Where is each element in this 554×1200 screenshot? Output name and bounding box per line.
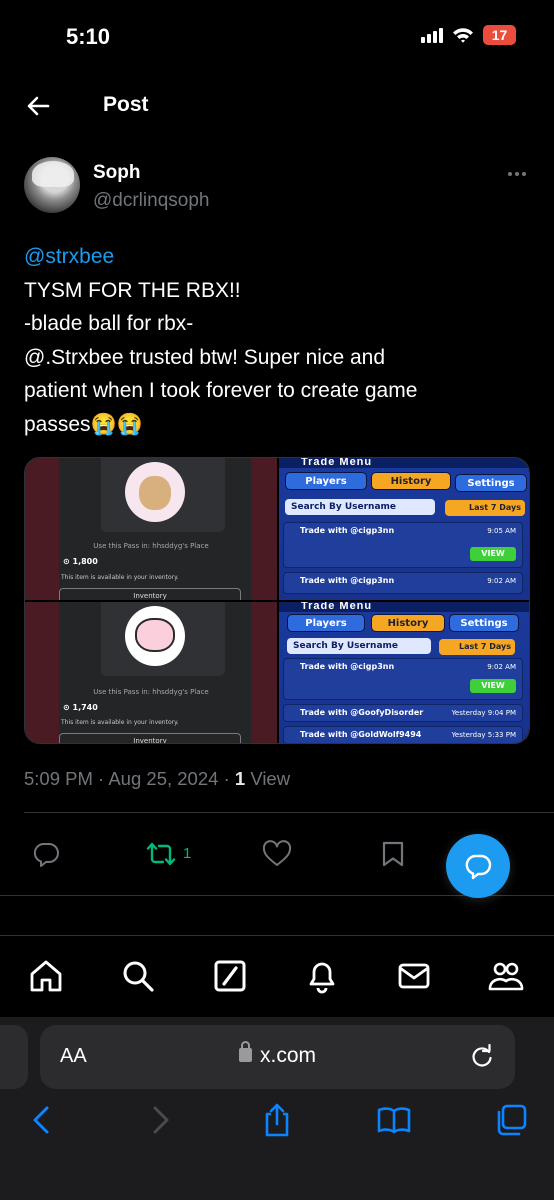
status-time: 5:10 [66, 24, 111, 49]
inventory-button: Inventory [59, 588, 241, 600]
post-text: @strxbee TYSM FOR THE RBX!! -blade ball … [24, 240, 534, 441]
status-icons: 17 [421, 25, 516, 45]
post-line: patient when I took forever to create ga… [24, 379, 418, 402]
post-line: @.Strxbee trusted btw! Super nice and [24, 345, 386, 369]
retweet-icon[interactable] [146, 840, 176, 868]
home-icon[interactable] [28, 958, 64, 994]
gamepass-image [125, 606, 185, 666]
media-grid[interactable]: Use this Pass in: hhsddyg's Place ⊙ 1,80… [24, 457, 530, 744]
back-arrow-icon[interactable] [24, 92, 52, 120]
more-options-icon[interactable] [508, 172, 526, 176]
battery-icon: 17 [483, 25, 516, 45]
trade-search: Search By Username [287, 638, 431, 654]
trade-row: Trade with @GoldWolf9494 Yesterday 5:33 … [283, 726, 523, 743]
trade-row: Trade with @cigp3nn 9:02 AM [283, 572, 523, 594]
trade-tab: History [371, 472, 451, 490]
trade-row: Trade with @GoofyDisorder Yesterday 9:04… [283, 704, 523, 722]
post-line: passes😭😭 [24, 412, 143, 436]
trade-tab: Players [285, 472, 367, 490]
gamepass-price: ⊙ 1,740 [63, 703, 98, 712]
bookmarks-book-icon[interactable] [376, 1102, 412, 1138]
gamepass-image [125, 462, 185, 522]
address-bar[interactable]: AA x.com [40, 1025, 515, 1089]
trade-menu-title: Trade Menu [279, 458, 529, 468]
trade-tab: Settings [449, 614, 519, 632]
gamepass-price: ⊙ 1,800 [63, 557, 98, 566]
trade-filter: Last 7 Days [445, 500, 525, 516]
cellular-signal-icon [421, 27, 443, 43]
post-line: -blade ball for rbx- [24, 312, 194, 335]
grok-icon[interactable] [212, 958, 248, 994]
avatar[interactable] [24, 157, 80, 213]
reply-icon[interactable] [32, 840, 60, 868]
post-timestamp: 5:09 PM · Aug 25, 2024 · 1 View [24, 768, 291, 789]
post-header: Post [0, 86, 554, 126]
share-icon[interactable] [259, 1102, 295, 1138]
media-image-trade-2[interactable]: Trade Menu Players History Settings Sear… [279, 602, 529, 743]
page-title: Post [103, 93, 149, 116]
media-image-gamepass-1[interactable]: Use this Pass in: hhsddyg's Place ⊙ 1,80… [25, 458, 277, 600]
inventory-button: Inventory [59, 733, 241, 743]
browser-forward-icon[interactable] [142, 1102, 178, 1138]
trade-tab: Players [287, 614, 365, 632]
author-name[interactable]: Soph [93, 162, 141, 184]
browser-toolbar: AA x.com [0, 1017, 554, 1200]
messages-envelope-icon[interactable] [396, 958, 432, 994]
mention-link[interactable]: @strxbee [24, 240, 534, 274]
media-image-gamepass-2[interactable]: Use this Pass in: hhsddyg's Place ⊙ 1,74… [25, 602, 277, 743]
wifi-icon [453, 28, 473, 43]
view-count: 1 [234, 768, 246, 789]
floating-reply-button[interactable] [446, 834, 510, 898]
notifications-bell-icon[interactable] [304, 958, 340, 994]
trade-menu-title: Trade Menu [279, 602, 529, 612]
status-bar: 5:10 17 [0, 0, 554, 70]
trade-tab: Settings [455, 474, 527, 492]
tabs-icon[interactable] [493, 1102, 529, 1138]
trade-row: Trade with @cigp3nn 9:02 AM VIEW [283, 658, 523, 700]
trade-row: Trade with @cigp3nn 9:05 AM VIEW [283, 522, 523, 568]
reply-bubble-icon [465, 854, 492, 880]
post-line: TYSM FOR THE RBX!! [24, 278, 241, 302]
gamepass-note: This item is available in your inventory… [61, 719, 179, 726]
gamepass-place: Use this Pass in: hhsddyg's Place [93, 688, 209, 696]
trade-tab: History [371, 614, 445, 632]
reload-icon[interactable] [469, 1044, 495, 1070]
browser-back-icon[interactable] [24, 1102, 60, 1138]
trade-filter: Last 7 Days [439, 639, 515, 655]
retweet-count: 1 [183, 845, 192, 862]
gamepass-note: This item is available in your inventory… [61, 574, 179, 581]
trade-search: Search By Username [285, 499, 435, 515]
lock-icon [238, 1041, 252, 1062]
url-text[interactable]: x.com [40, 1041, 515, 1068]
previous-tab-peek[interactable] [0, 1025, 28, 1089]
bottom-tab-bar [0, 935, 554, 1017]
search-icon[interactable] [120, 958, 156, 994]
gamepass-place: Use this Pass in: hhsddyg's Place [93, 542, 209, 550]
like-icon[interactable] [262, 840, 292, 868]
media-image-trade-1[interactable]: Trade Menu Players History Settings Sear… [279, 458, 529, 600]
communities-icon[interactable] [488, 958, 524, 994]
author-handle[interactable]: @dcrlinqsoph [93, 190, 209, 212]
bookmark-icon[interactable] [381, 840, 405, 868]
divider [24, 812, 554, 813]
